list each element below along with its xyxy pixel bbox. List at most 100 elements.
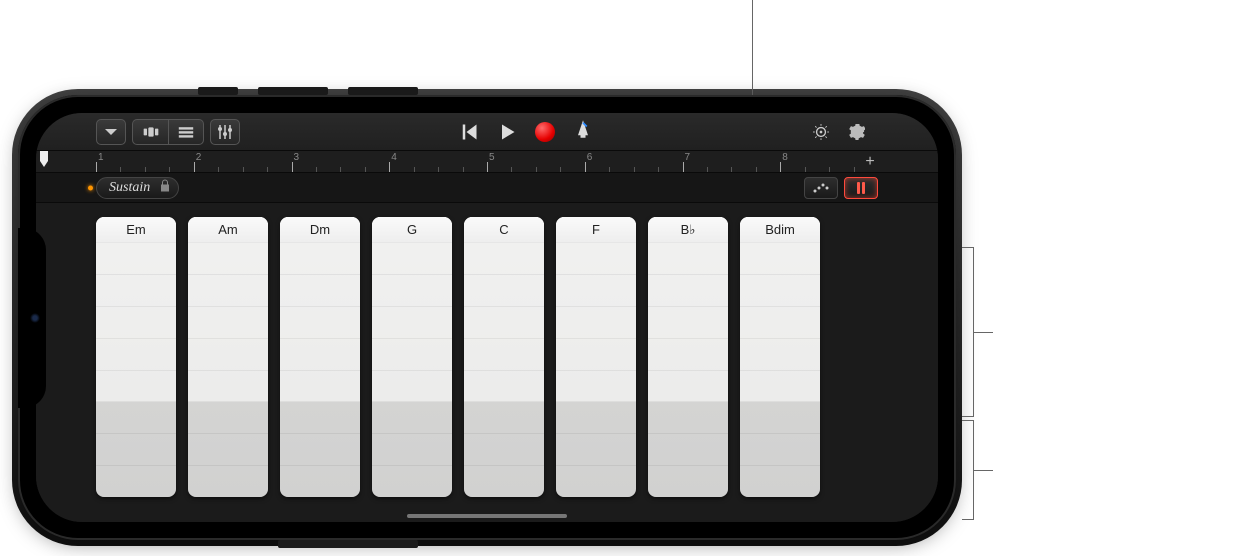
chord-strip-segment[interactable] bbox=[280, 371, 360, 403]
chord-strip-segment[interactable] bbox=[96, 339, 176, 371]
chord-strip-segment[interactable] bbox=[556, 307, 636, 339]
chord-strip-bass-segment[interactable] bbox=[280, 402, 360, 434]
chord-strip-segment[interactable] bbox=[372, 307, 452, 339]
chord-strip-segment[interactable] bbox=[556, 275, 636, 307]
autoplay-button[interactable] bbox=[804, 177, 838, 199]
chord-strip-bass-segment[interactable] bbox=[372, 466, 452, 497]
settings-button[interactable] bbox=[842, 119, 872, 145]
chord-strip[interactable]: B♭ bbox=[648, 217, 728, 497]
chord-strip-bass-segment[interactable] bbox=[556, 434, 636, 466]
sustain-label: Sustain bbox=[109, 180, 150, 196]
chord-strip-bass-segment[interactable] bbox=[96, 434, 176, 466]
chord-strip-segment[interactable] bbox=[648, 371, 728, 403]
chord-strip-bass-segment[interactable] bbox=[96, 466, 176, 497]
chord-strip-segment[interactable] bbox=[188, 243, 268, 275]
chord-strip-segment[interactable] bbox=[556, 243, 636, 275]
chord-strip-bass-segment[interactable] bbox=[280, 434, 360, 466]
ruler-bar[interactable]: 3 bbox=[292, 151, 390, 172]
chord-strip-segment[interactable] bbox=[740, 307, 820, 339]
chord-strip-segment[interactable] bbox=[464, 339, 544, 371]
chord-strip-bass-segment[interactable] bbox=[464, 466, 544, 497]
chord-strip[interactable]: Am bbox=[188, 217, 268, 497]
chord-strip[interactable]: G bbox=[372, 217, 452, 497]
callout-line-navigation bbox=[752, 0, 753, 96]
chord-strips-button[interactable] bbox=[844, 177, 878, 199]
chord-strip-segment[interactable] bbox=[96, 275, 176, 307]
chord-strip-bass-segment[interactable] bbox=[372, 434, 452, 466]
chord-strip-bass-segment[interactable] bbox=[556, 402, 636, 434]
metronome-button[interactable] bbox=[573, 119, 593, 144]
chord-strip-segment[interactable] bbox=[740, 243, 820, 275]
ruler-bar[interactable]: 6 bbox=[585, 151, 683, 172]
chord-strip[interactable]: Bdim bbox=[740, 217, 820, 497]
chord-strip-segment[interactable] bbox=[464, 243, 544, 275]
chord-strip-segment[interactable] bbox=[648, 307, 728, 339]
chord-strip-bass-segment[interactable] bbox=[188, 466, 268, 497]
browser-view-button[interactable] bbox=[132, 119, 168, 145]
chord-strip-bass-segment[interactable] bbox=[648, 434, 728, 466]
chord-strip-segment[interactable] bbox=[556, 339, 636, 371]
chord-strip-segment[interactable] bbox=[740, 275, 820, 307]
chord-strip-bass-segment[interactable] bbox=[740, 402, 820, 434]
chord-strip-segment[interactable] bbox=[372, 275, 452, 307]
ruler-track[interactable]: 12345678 bbox=[96, 151, 878, 172]
chord-strip[interactable]: C bbox=[464, 217, 544, 497]
chord-strip-segment[interactable] bbox=[372, 339, 452, 371]
chord-strip-segment[interactable] bbox=[280, 275, 360, 307]
chord-strip-segment[interactable] bbox=[464, 307, 544, 339]
chord-strip-segment[interactable] bbox=[280, 243, 360, 275]
chord-strip-bass-segment[interactable] bbox=[648, 466, 728, 497]
ruler-bar[interactable]: 1 bbox=[96, 151, 194, 172]
chord-strip-segment[interactable] bbox=[372, 243, 452, 275]
chord-strip-segment[interactable] bbox=[96, 371, 176, 403]
chord-strip-bass-segment[interactable] bbox=[556, 466, 636, 497]
tracks-view-button[interactable] bbox=[168, 119, 204, 145]
chord-strip-bass-segment[interactable] bbox=[740, 434, 820, 466]
chord-strip-segment[interactable] bbox=[280, 307, 360, 339]
chord-strip[interactable]: Em bbox=[96, 217, 176, 497]
chord-strip-bass-segment[interactable] bbox=[188, 402, 268, 434]
chord-strip-label: F bbox=[556, 217, 636, 243]
chord-strip-bass-segment[interactable] bbox=[96, 402, 176, 434]
chord-strip-segment[interactable] bbox=[740, 371, 820, 403]
track-controls-button[interactable] bbox=[210, 119, 240, 145]
play-button[interactable] bbox=[497, 122, 517, 142]
chord-strip-segment[interactable] bbox=[464, 371, 544, 403]
chord-strip-segment[interactable] bbox=[740, 339, 820, 371]
my-songs-button[interactable] bbox=[96, 119, 126, 145]
chord-strip-segment[interactable] bbox=[188, 275, 268, 307]
chord-strip-segment[interactable] bbox=[464, 275, 544, 307]
chord-strip-bass-segment[interactable] bbox=[648, 402, 728, 434]
metronome-icon bbox=[573, 119, 593, 139]
chord-strip-segment[interactable] bbox=[372, 371, 452, 403]
timeline-ruler[interactable]: 12345678 + bbox=[36, 151, 938, 173]
chord-strip-bass-segment[interactable] bbox=[464, 434, 544, 466]
chord-strip-segment[interactable] bbox=[648, 243, 728, 275]
chord-strip-segment[interactable] bbox=[280, 339, 360, 371]
ruler-bar[interactable]: 5 bbox=[487, 151, 585, 172]
chord-strip-segment[interactable] bbox=[188, 339, 268, 371]
chord-strip[interactable]: Dm bbox=[280, 217, 360, 497]
chord-strip-bass-segment[interactable] bbox=[188, 434, 268, 466]
chord-strip-bass-segment[interactable] bbox=[740, 466, 820, 497]
chord-strip-bass-segment[interactable] bbox=[280, 466, 360, 497]
go-to-beginning-button[interactable] bbox=[459, 122, 479, 142]
chord-strip-segment[interactable] bbox=[188, 307, 268, 339]
ruler-bar[interactable]: 4 bbox=[389, 151, 487, 172]
navigation-button[interactable] bbox=[806, 119, 836, 145]
ruler-bar[interactable]: 2 bbox=[194, 151, 292, 172]
chord-strip[interactable]: F bbox=[556, 217, 636, 497]
chord-strip-segment[interactable] bbox=[556, 371, 636, 403]
chord-strip-segment[interactable] bbox=[648, 275, 728, 307]
chord-strip-bass-segment[interactable] bbox=[464, 402, 544, 434]
chord-strip-segment[interactable] bbox=[96, 243, 176, 275]
add-section-button[interactable]: + bbox=[858, 151, 882, 173]
record-button[interactable] bbox=[535, 122, 555, 142]
chord-strip-bass-segment[interactable] bbox=[372, 402, 452, 434]
playhead-icon[interactable] bbox=[38, 151, 50, 173]
sustain-button[interactable]: Sustain bbox=[96, 177, 179, 199]
ruler-bar[interactable]: 7 bbox=[683, 151, 781, 172]
chord-strip-segment[interactable] bbox=[96, 307, 176, 339]
chord-strip-segment[interactable] bbox=[188, 371, 268, 403]
chord-strip-segment[interactable] bbox=[648, 339, 728, 371]
